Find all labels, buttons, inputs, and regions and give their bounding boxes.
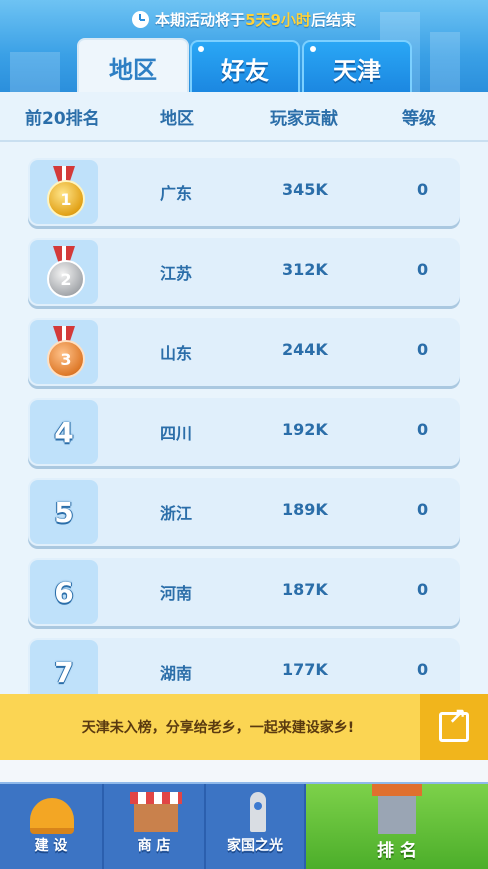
- share-button[interactable]: [420, 694, 488, 760]
- leaderboard-row[interactable]: 6 河南 187K 0: [28, 558, 460, 626]
- nav-shop[interactable]: 商 店: [104, 784, 206, 869]
- event-countdown: 本期活动将于5天9小时后结束: [0, 6, 488, 32]
- rank-cell: 2: [30, 240, 98, 304]
- gold-medal-icon: 1: [45, 166, 85, 218]
- contribution-value: 345K: [282, 180, 328, 199]
- region-name: 四川: [160, 424, 193, 443]
- share-banner: 天津未入榜，分享给老乡，一起来建设家乡!: [0, 694, 488, 787]
- leaderboard-row[interactable]: 2 江苏 312K 0: [28, 238, 460, 306]
- nav-national-glory[interactable]: 家国之光: [206, 784, 306, 869]
- rank-number: 4: [54, 415, 74, 449]
- contribution-value: 177K: [282, 660, 328, 679]
- level-value: 0: [417, 260, 429, 279]
- rank-cell: 6: [30, 560, 98, 624]
- shop-icon: [130, 792, 182, 832]
- leaderboard-list[interactable]: 1 广东 345K 0 2 江苏 312K 0 3 山东 244K 0 4 四川…: [0, 142, 488, 694]
- bronze-medal-icon: 3: [45, 326, 85, 378]
- skyline-decoration: [430, 32, 460, 92]
- contribution-value: 192K: [282, 420, 328, 439]
- silver-medal-icon: 2: [45, 246, 85, 298]
- column-level: 等级: [402, 109, 436, 129]
- bottom-navigation: 建 设 商 店 家国之光 排 名: [0, 782, 488, 869]
- region-name: 湖南: [160, 664, 193, 683]
- level-value: 0: [417, 420, 429, 439]
- countdown-prefix: 本期活动将于: [155, 10, 246, 29]
- tab-region[interactable]: 地区: [77, 38, 189, 92]
- tab-label: 天津: [333, 56, 381, 85]
- ranking-building-icon: [372, 784, 422, 834]
- skyline-decoration: [10, 52, 60, 92]
- leaderboard-row[interactable]: 1 广东 345K 0: [28, 158, 460, 226]
- level-value: 0: [417, 340, 429, 359]
- leaderboard-header: 前20排名 地区 玩家贡献 等级: [0, 92, 488, 142]
- tab-tianjin[interactable]: 天津: [302, 40, 412, 92]
- level-value: 0: [417, 180, 429, 199]
- region-name: 广东: [160, 184, 193, 203]
- level-value: 0: [417, 660, 429, 679]
- contribution-value: 244K: [282, 340, 328, 359]
- top-banner: 本期活动将于5天9小时后结束 地区 好友 天津: [0, 0, 488, 92]
- region-name: 山东: [160, 344, 193, 363]
- rank-number: 6: [54, 575, 74, 609]
- helmet-icon: [30, 798, 74, 834]
- rank-cell: 3: [30, 320, 98, 384]
- share-message: 天津未入榜，分享给老乡，一起来建设家乡!: [81, 720, 355, 736]
- nav-label: 家国之光: [227, 838, 283, 854]
- nav-label: 商 店: [137, 838, 171, 854]
- rocket-icon: [250, 792, 266, 832]
- countdown-suffix: 后结束: [310, 10, 356, 29]
- rank-number: 5: [54, 495, 74, 529]
- level-value: 0: [417, 580, 429, 599]
- divider: [0, 760, 488, 784]
- contribution-value: 189K: [282, 500, 328, 519]
- region-name: 河南: [160, 584, 193, 603]
- nav-ranking[interactable]: 排 名: [306, 784, 488, 869]
- column-contribution: 玩家贡献: [270, 109, 338, 129]
- leaderboard-row[interactable]: 5 浙江 189K 0: [28, 478, 460, 546]
- rank-number: 7: [54, 655, 74, 689]
- countdown-time: 5天9小时: [245, 10, 311, 29]
- sparkle-icon: [198, 46, 204, 52]
- tab-friends[interactable]: 好友: [190, 40, 300, 92]
- tab-label: 好友: [221, 56, 269, 85]
- column-region: 地区: [160, 109, 194, 129]
- leaderboard-row[interactable]: 7 湖南 177K 0: [28, 638, 460, 694]
- contribution-value: 187K: [282, 580, 328, 599]
- column-rank: 前20排名: [25, 109, 100, 129]
- region-name: 江苏: [160, 264, 193, 283]
- level-value: 0: [417, 500, 429, 519]
- rank-cell: 4: [30, 400, 98, 464]
- sparkle-icon: [310, 46, 316, 52]
- nav-label: 建 设: [34, 838, 68, 854]
- leaderboard-row[interactable]: 3 山东 244K 0: [28, 318, 460, 386]
- rank-cell: 1: [30, 160, 98, 224]
- region-name: 浙江: [160, 504, 193, 523]
- nav-build[interactable]: 建 设: [0, 784, 104, 869]
- clock-icon: [132, 10, 150, 28]
- leaderboard-row[interactable]: 4 四川 192K 0: [28, 398, 460, 466]
- rank-cell: 7: [30, 640, 98, 694]
- contribution-value: 312K: [282, 260, 328, 279]
- nav-label: 排 名: [377, 841, 417, 861]
- tab-label: 地区: [109, 55, 157, 84]
- share-icon: [439, 705, 469, 742]
- rank-cell: 5: [30, 480, 98, 544]
